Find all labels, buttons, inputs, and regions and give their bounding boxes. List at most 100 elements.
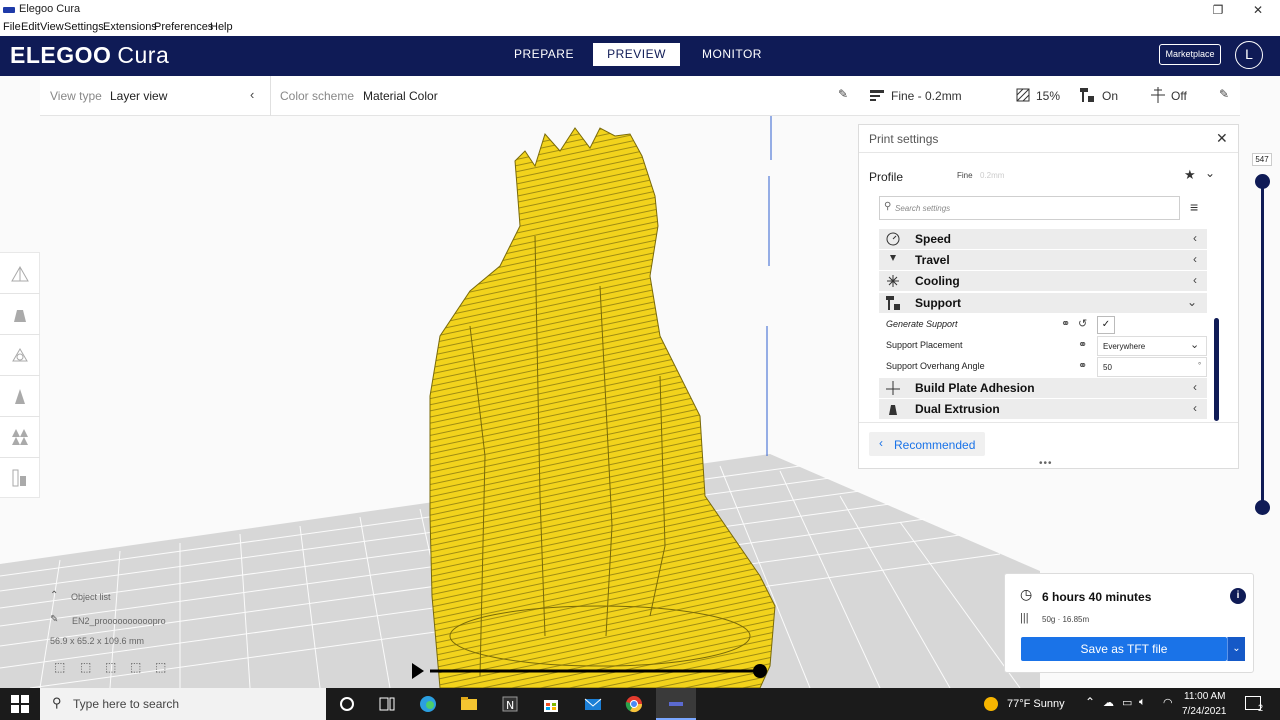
object-list-title[interactable]: Object list: [71, 592, 111, 602]
volume-icon[interactable]: 🔈︎: [1139, 696, 1146, 709]
material-usage: 50g · 16.85m: [1042, 615, 1090, 624]
support-blocker-tool[interactable]: [0, 458, 40, 499]
settings-menu-icon[interactable]: ≡: [1190, 199, 1198, 215]
category-support[interactable]: Support ⌄: [879, 293, 1207, 313]
info-icon[interactable]: i: [1230, 588, 1246, 604]
cortana-button[interactable]: [327, 688, 367, 720]
windows-taskbar: ⚲ Type here to search N 77°F Sunny ⌃ ☁ ▭…: [0, 688, 1280, 720]
tab-preview[interactable]: PREVIEW: [593, 43, 680, 66]
chevron-up-icon[interactable]: ⌃: [1085, 695, 1095, 709]
clock-time[interactable]: 11:00 AM: [1184, 691, 1226, 702]
setting-label: Generate Support: [886, 319, 958, 329]
view-front-icon[interactable]: ⬚: [80, 660, 91, 674]
edge-taskbar-button[interactable]: [408, 688, 448, 720]
folder-icon: [461, 697, 477, 710]
resize-handle[interactable]: •••: [1039, 458, 1053, 469]
mirror-tool[interactable]: [0, 376, 40, 417]
recommended-button[interactable]: ‹ Recommended: [869, 432, 985, 456]
weather-text[interactable]: 77°F Sunny: [1007, 698, 1065, 710]
color-scheme-value[interactable]: Material Color: [363, 89, 438, 103]
scale-tool[interactable]: [0, 294, 40, 335]
support-placement-select[interactable]: Everywhere ⌄: [1097, 336, 1207, 356]
view-right-icon[interactable]: ⬚: [155, 660, 166, 674]
overhang-angle-input[interactable]: 50 °: [1097, 357, 1207, 377]
category-build-plate-adhesion[interactable]: Build Plate Adhesion ‹: [879, 378, 1207, 398]
save-options-dropdown[interactable]: ⌄: [1227, 637, 1245, 661]
close-icon[interactable]: ✕: [1216, 130, 1228, 147]
task-view-button[interactable]: [367, 688, 407, 720]
divider: [270, 76, 271, 116]
mail-button[interactable]: [573, 688, 613, 720]
category-label: Speed: [915, 232, 952, 246]
minimize-button[interactable]: [1172, 1, 1192, 19]
setting-label: Support Placement: [886, 340, 963, 350]
object-name[interactable]: EN2_proooooooooopro: [72, 616, 166, 626]
category-label: Build Plate Adhesion: [915, 381, 1035, 395]
menu-help[interactable]: Help: [210, 21, 233, 33]
pencil-icon[interactable]: ✎: [50, 614, 58, 625]
menu-extensions[interactable]: Extensions: [103, 21, 157, 33]
print-setup-bar[interactable]: Fine - 0.2mm 15% On Off ✎: [858, 76, 1240, 116]
menu-file[interactable]: File: [3, 21, 21, 33]
view-3d-icon[interactable]: ⬚: [54, 660, 65, 674]
cura-taskbar-button[interactable]: [656, 688, 696, 720]
search-settings-input[interactable]: ⚲ Search settings: [879, 196, 1180, 220]
store-button[interactable]: [531, 688, 571, 720]
pencil-icon[interactable]: ✎: [838, 87, 848, 101]
infill-summary: 15%: [1036, 89, 1061, 103]
close-window-button[interactable]: ✕: [1248, 1, 1268, 19]
windows-icon: [11, 695, 29, 713]
wifi-icon[interactable]: ◠: [1163, 696, 1173, 709]
clock-date[interactable]: 7/24/2021: [1182, 706, 1227, 717]
account-avatar[interactable]: L: [1235, 41, 1263, 69]
marketplace-button[interactable]: Marketplace: [1159, 44, 1221, 65]
save-to-file-button[interactable]: Save as TFT file: [1021, 637, 1227, 661]
layer-number[interactable]: 547: [1252, 153, 1272, 166]
chevron-left-icon: ‹: [1193, 401, 1197, 415]
category-travel[interactable]: Travel ‹: [879, 250, 1207, 270]
link-icon: ⚭: [1078, 360, 1088, 372]
rotate-tool[interactable]: [0, 335, 40, 376]
category-speed[interactable]: Speed ‹: [879, 229, 1207, 249]
per-model-settings-tool[interactable]: [0, 417, 40, 458]
category-dual-extrusion[interactable]: Dual Extrusion ‹: [879, 399, 1207, 419]
taskbar-search[interactable]: ⚲ Type here to search: [40, 688, 326, 720]
generate-support-checkbox[interactable]: ✓: [1097, 316, 1115, 334]
view-type-value[interactable]: Layer view: [110, 89, 167, 103]
support-blocker-icon: [12, 469, 26, 487]
dual-extrusion-icon: [889, 405, 897, 415]
search-placeholder: Search settings: [895, 204, 951, 213]
layer-slider[interactable]: 547: [1252, 150, 1274, 520]
chrome-button[interactable]: [614, 688, 654, 720]
support-icon: [1080, 88, 1094, 102]
slider-lower-handle[interactable]: [1255, 500, 1270, 515]
tab-prepare[interactable]: PREPARE: [507, 43, 581, 66]
view-left-icon[interactable]: ⬚: [130, 660, 141, 674]
restore-button[interactable]: ❐: [1208, 1, 1228, 19]
link-icon: ⚭: [1061, 318, 1071, 330]
view-top-icon[interactable]: ⬚: [105, 660, 116, 674]
start-button[interactable]: [0, 688, 40, 720]
star-icon[interactable]: ★: [1184, 167, 1196, 183]
infill-icon: [1016, 88, 1030, 102]
settings-scrollbar[interactable]: [1214, 318, 1219, 421]
menu-preferences[interactable]: Preferences: [154, 21, 213, 33]
menu-edit[interactable]: Edit: [21, 21, 40, 33]
profile-selector[interactable]: Fine 0.2mm ★ ⌄: [947, 163, 1225, 187]
menu-settings[interactable]: Settings: [64, 21, 104, 33]
notion-button[interactable]: N: [490, 688, 530, 720]
tab-monitor[interactable]: MONITOR: [694, 43, 770, 66]
category-label: Dual Extrusion: [915, 402, 1000, 416]
menu-view[interactable]: View: [40, 21, 64, 33]
chevron-left-icon[interactable]: ‹: [250, 87, 254, 102]
network-icon[interactable]: ▭: [1122, 696, 1132, 709]
category-cooling[interactable]: Cooling ‹: [879, 271, 1207, 291]
adhesion-summary: Off: [1171, 89, 1187, 103]
chevron-up-icon[interactable]: ⌃: [50, 590, 58, 601]
pencil-icon[interactable]: ✎: [1219, 87, 1229, 101]
move-tool[interactable]: [0, 253, 40, 294]
slider-upper-handle[interactable]: [1255, 174, 1270, 189]
file-explorer-button[interactable]: [449, 688, 489, 720]
view-toolbar: View type Layer view ‹ Color scheme Mate…: [40, 76, 858, 116]
reset-icon[interactable]: ↺: [1078, 317, 1087, 330]
